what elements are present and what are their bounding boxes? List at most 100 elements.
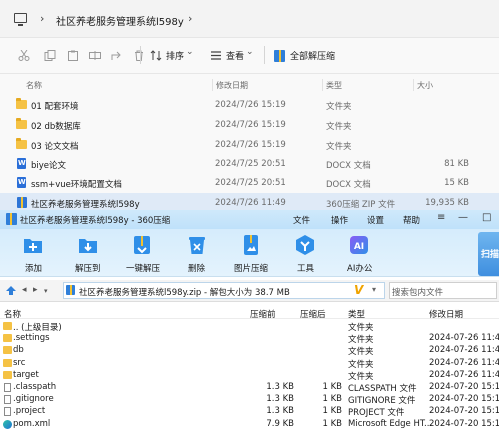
one-click-extract-button[interactable]: 一键解压 [126, 262, 160, 274]
toolbar-separator [264, 46, 265, 64]
column-header-name[interactable]: 名称 [26, 80, 42, 91]
minimize-icon[interactable]: — [458, 212, 468, 223]
file-name: biye论文 [31, 161, 67, 171]
column-header-compressed-after[interactable]: 压缩后 [300, 308, 326, 320]
archive-row[interactable]: db 文件夹 2024-07-26 11:49 [0, 345, 499, 357]
share-icon[interactable] [110, 50, 122, 61]
archive-row[interactable]: .settings 文件夹 2024-07-26 11:49 [0, 333, 499, 345]
column-divider[interactable] [212, 79, 213, 91]
file-row[interactable]: 03 论文文档 2024/7/26 15:19 文件夹 [0, 135, 499, 155]
rename-icon[interactable] [89, 50, 101, 61]
image-compress-button[interactable]: 图片压缩 [234, 262, 268, 274]
entry-size-before: 1.3 KB [266, 406, 294, 417]
file-row[interactable]: 01 配套环境 2024/7/26 15:19 文件夹 [0, 95, 499, 115]
file-date: 2024/7/26 11:49 [215, 198, 286, 208]
archive-row[interactable]: target 文件夹 2024-07-26 11:49 [0, 370, 499, 382]
this-pc-icon[interactable] [14, 13, 27, 26]
forward-icon[interactable]: ▸ [33, 285, 38, 295]
archive-row[interactable]: .. (上级目录) 文件夹 [0, 321, 499, 333]
file-row[interactable]: biye论文 2024/7/25 20:51 DOCX 文档 81 KB [0, 154, 499, 174]
extract-to-icon[interactable] [77, 234, 99, 256]
chevron-down-icon[interactable]: ⌄ [246, 47, 254, 57]
entry-size-after: 1 KB [322, 382, 342, 392]
archive-row[interactable]: .project 1.3 KB 1 KB PROJECT 文件 2024-07-20 1… [0, 406, 499, 418]
zip-extract-icon[interactable] [274, 50, 285, 62]
file-row[interactable]: 02 db数据库 2024/7/26 15:19 文件夹 [0, 115, 499, 135]
tools-icon[interactable] [294, 234, 316, 256]
column-header-name[interactable]: 名称 [4, 308, 21, 320]
add-button[interactable]: 添加 [25, 262, 42, 274]
entry-name: .classpath [13, 382, 57, 392]
history-dropdown-icon[interactable]: ▾ [44, 287, 48, 295]
image-compress-icon[interactable] [240, 234, 262, 256]
file-row[interactable]: ssm+vue环境配置文档 2024/7/25 20:51 DOCX 文档 15 KB [0, 173, 499, 193]
entry-size-after: 1 KB [322, 394, 342, 405]
scan-button[interactable]: 扫描 [481, 247, 499, 260]
tools-button[interactable]: 工具 [297, 262, 314, 274]
entry-name: .project [13, 406, 46, 417]
column-divider[interactable] [413, 79, 414, 91]
menu-help[interactable]: 帮助 [403, 214, 420, 226]
menu-settings[interactable]: 设置 [367, 214, 384, 226]
copy-icon[interactable] [44, 50, 56, 61]
entry-size-before: 7.9 KB [266, 418, 294, 429]
column-header-type[interactable]: 类型 [348, 308, 365, 320]
up-folder-icon[interactable] [6, 286, 16, 295]
ai-office-icon[interactable]: AI [348, 234, 370, 256]
add-icon[interactable] [22, 234, 44, 256]
zip-icon [17, 197, 27, 208]
breadcrumb-current-folder[interactable]: 社区养老服务管理系统l598y [56, 13, 184, 28]
maximize-icon[interactable]: □ [482, 212, 491, 223]
menu-file[interactable]: 文件 [293, 214, 310, 226]
file-date: 2024/7/25 20:51 [215, 178, 286, 188]
path-dropdown-icon[interactable]: ▾ [372, 285, 376, 294]
360-v-logo-icon[interactable]: V [354, 283, 363, 297]
column-header-modified[interactable]: 修改日期 [429, 308, 463, 320]
delete-icon[interactable] [186, 234, 208, 256]
column-header-size[interactable]: 大小 [417, 80, 433, 91]
entry-modified: 2024-07-26 11:49 [429, 369, 499, 380]
archive-row[interactable]: pom.xml 7.9 KB 1 KB Microsoft Edge HT... 202… [0, 419, 499, 431]
menu-operation[interactable]: 操作 [331, 214, 348, 226]
file-name: ssm+vue环境配置文档 [31, 180, 122, 190]
entry-modified: 2024-07-20 15:11 [429, 394, 499, 405]
paste-icon[interactable] [67, 50, 79, 61]
chevron-down-icon[interactable]: ⌄ [186, 47, 194, 57]
one-click-extract-icon[interactable] [131, 234, 153, 256]
view-icon[interactable] [210, 50, 222, 61]
column-header-compressed-before[interactable]: 压缩前 [250, 308, 276, 320]
delete-icon[interactable] [133, 50, 145, 61]
archive-row[interactable]: src 文件夹 2024-07-26 11:49 [0, 358, 499, 370]
cut-icon[interactable] [18, 50, 30, 61]
app-logo-icon [6, 213, 17, 225]
delete-button[interactable]: 删除 [188, 262, 205, 274]
sort-icon[interactable] [150, 50, 162, 61]
extract-all-button[interactable]: 全部解压缩 [290, 49, 335, 62]
entry-modified: 2024-07-20 15:11 [429, 406, 499, 417]
extract-to-button[interactable]: 解压到 [75, 262, 101, 274]
file-icon [4, 395, 11, 405]
toolbar-separator [140, 46, 141, 64]
archive-row[interactable]: .gitignore 1.3 KB 1 KB GITIGNORE 文件 2024-07-… [0, 394, 499, 406]
column-header-date[interactable]: 修改日期 [216, 80, 248, 91]
column-header-type[interactable]: 类型 [326, 80, 342, 91]
sort-button[interactable]: 排序 [166, 49, 184, 62]
view-button[interactable]: 查看 [226, 49, 244, 62]
entry-type: Microsoft Edge HT... [348, 418, 433, 429]
file-type: DOCX 文档 [326, 161, 371, 171]
entry-name: src [13, 357, 26, 368]
back-icon[interactable]: ◂ [22, 285, 27, 295]
menu-icon[interactable]: ≡ [437, 212, 445, 223]
column-divider[interactable] [322, 79, 323, 91]
ai-office-button[interactable]: AI办公 [347, 262, 372, 274]
entry-size-before: 1.3 KB [266, 394, 294, 405]
breadcrumb-chevron-icon[interactable]: › [188, 12, 192, 25]
folder-icon [3, 370, 12, 379]
edge-icon [3, 419, 12, 429]
file-date: 2024/7/26 15:19 [215, 140, 286, 150]
address-bar: › 社区养老服务管理系统l598y › [0, 0, 499, 38]
entry-modified: 2024-07-20 15:11 [429, 418, 499, 429]
breadcrumb-chevron-icon[interactable]: › [40, 12, 44, 25]
entry-type: CLASSPATH 文件 [348, 384, 417, 394]
archive-row[interactable]: .classpath 1.3 KB 1 KB CLASSPATH 文件 2024-07-… [0, 382, 499, 394]
